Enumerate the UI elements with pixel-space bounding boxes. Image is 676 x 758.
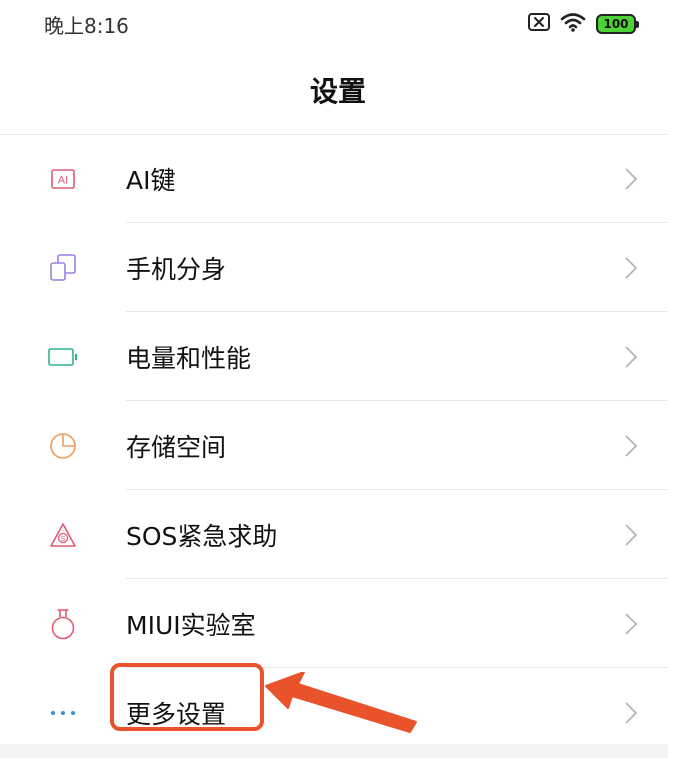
sos-icon: S	[48, 520, 78, 550]
battery-level: 100	[603, 17, 629, 31]
storage-icon	[48, 431, 78, 461]
settings-screen: 晚上8:16 100 设置 AI AI键 手机分身 电量和性能 存储空间 S S…	[0, 0, 676, 758]
svg-text:S: S	[61, 536, 66, 543]
wifi-icon	[560, 12, 586, 36]
lab-icon	[48, 608, 78, 639]
chevron-right-icon	[625, 701, 638, 724]
chevron-right-icon	[625, 167, 638, 190]
settings-item-battery-performance[interactable]: 电量和性能	[0, 312, 676, 401]
settings-item-phone-clone[interactable]: 手机分身	[0, 223, 676, 312]
settings-item-ai-key[interactable]: AI AI键	[0, 134, 676, 223]
battery-icon: 100	[596, 14, 639, 34]
settings-list: AI AI键 手机分身 电量和性能 存储空间 S SOS紧急求助 MIUI实验室…	[0, 134, 676, 757]
settings-item-label: MIUI实验室	[126, 610, 256, 640]
settings-item-label: 电量和性能	[126, 343, 252, 373]
settings-item-label: 存储空间	[126, 432, 227, 462]
section-gap	[0, 744, 668, 758]
ai-key-icon: AI	[48, 164, 78, 194]
settings-item-label: SOS紧急求助	[126, 521, 278, 551]
chevron-right-icon	[625, 612, 638, 635]
more-icon	[48, 698, 78, 728]
chevron-right-icon	[625, 523, 638, 546]
settings-item-sos[interactable]: S SOS紧急求助	[0, 490, 676, 579]
chevron-right-icon	[625, 256, 638, 279]
settings-item-label: AI键	[126, 165, 176, 195]
page-title: 设置	[309, 75, 366, 108]
phone-clone-icon	[48, 253, 78, 283]
battery-performance-icon	[48, 342, 78, 372]
highlight-box	[110, 663, 264, 731]
settings-item-label: 手机分身	[126, 254, 227, 284]
chevron-right-icon	[625, 434, 638, 457]
settings-item-storage[interactable]: 存储空间	[0, 401, 676, 490]
settings-item-lab[interactable]: MIUI实验室	[0, 579, 676, 668]
status-icons: 100	[528, 12, 639, 36]
status-bar: 晚上8:16 100	[0, 0, 676, 48]
svg-text:AI: AI	[58, 174, 68, 186]
chevron-right-icon	[625, 345, 638, 368]
annotation-arrow-icon	[265, 672, 417, 733]
sim-off-icon	[528, 13, 550, 35]
status-time: 晚上8:16	[44, 14, 129, 38]
